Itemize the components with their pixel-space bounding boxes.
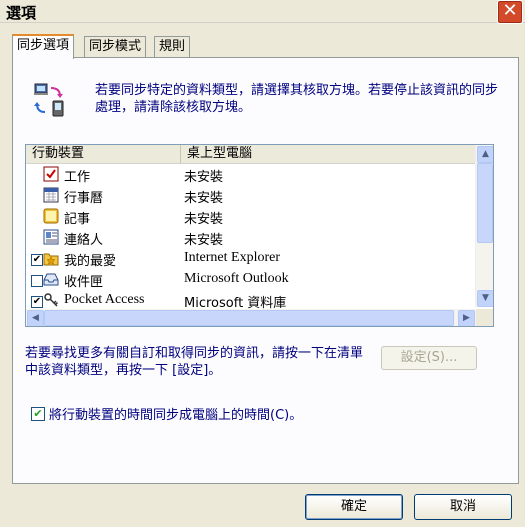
row-status: 未安裝 [184, 212, 224, 227]
row-checkbox[interactable]: ✔ [31, 296, 43, 308]
tab-sync-mode[interactable]: 同步模式 [84, 36, 147, 57]
row-status: 未安裝 [184, 191, 224, 206]
list-item[interactable]: 工作 未安裝 [26, 164, 476, 185]
vertical-scrollbar[interactable]: ▲ ▼ [475, 145, 493, 307]
scroll-down-button[interactable]: ▼ [477, 290, 493, 307]
tab-rules[interactable]: 規則 [154, 36, 191, 57]
row-name: 行事曆 [64, 191, 104, 206]
tab-sync-options[interactable]: 同步選項 [12, 34, 75, 59]
contacts-icon [43, 229, 59, 245]
data-type-list[interactable]: 行動裝置 桌上型電腦 工作 未安裝 行事曆 未安裝 記事 未安裝 連絡人 未安裝… [25, 144, 494, 327]
ok-button[interactable]: 確定 [305, 494, 403, 520]
calendar-icon [43, 187, 59, 203]
list-item[interactable]: 行事曆 未安裝 [26, 185, 476, 206]
list-header: 行動裝置 桌上型電腦 [26, 145, 476, 164]
sync-icon [34, 83, 64, 117]
sync-options-panel: 若要同步特定的資料類型，請選擇其核取方塊。若要停止該資訊的同步處理，請清除該核取… [12, 57, 519, 484]
scroll-up-button[interactable]: ▲ [477, 146, 493, 163]
list-item[interactable]: ✔ 我的最愛 Internet Explorer [26, 248, 476, 269]
row-checkbox[interactable]: ✔ [31, 254, 43, 266]
row-name: 記事 [64, 212, 91, 227]
row-status: Microsoft Outlook [184, 271, 289, 286]
row-name: 收件匣 [64, 275, 104, 290]
list-item[interactable]: 連絡人 未安裝 [26, 227, 476, 248]
notes-icon [43, 208, 59, 224]
horizontal-scroll-thumb[interactable] [44, 310, 454, 326]
time-sync-checkbox[interactable]: ✔ [31, 407, 45, 421]
horizontal-scrollbar[interactable]: ◀ ▶ [26, 309, 476, 326]
settings-button[interactable]: 設定(S)... [381, 346, 477, 370]
scroll-left-button[interactable]: ◀ [27, 310, 44, 326]
info-text: 若要尋找更多有關自訂和取得同步的資訊，請按一下在清單中該資料類型，再按一下 [設… [25, 346, 364, 378]
cancel-button[interactable]: 取消 [414, 494, 512, 520]
column-device[interactable]: 行動裝置 [26, 145, 181, 163]
row-status: 未安裝 [184, 170, 224, 185]
task-icon [43, 166, 59, 182]
scroll-corner [476, 309, 493, 326]
list-item[interactable]: 收件匣 Microsoft Outlook [26, 269, 476, 290]
title-bar: 選項 ✕ [0, 0, 525, 24]
pocket-access-icon [44, 293, 59, 307]
row-name: 連絡人 [64, 233, 104, 248]
row-name: Pocket Access [64, 292, 145, 307]
description-text: 若要同步特定的資料類型，請選擇其核取方塊。若要停止該資訊的同步處理，請清除該核取… [95, 83, 499, 115]
list-item[interactable]: 記事 未安裝 [26, 206, 476, 227]
row-status: 未安裝 [184, 233, 224, 248]
list-item[interactable]: ✔ Pocket Access Microsoft 資料庫 [26, 290, 476, 311]
scroll-right-button[interactable]: ▶ [458, 310, 475, 326]
inbox-icon [43, 273, 59, 286]
row-name: 我的最愛 [64, 254, 117, 269]
row-checkbox[interactable] [31, 275, 43, 287]
column-desktop[interactable]: 桌上型電腦 [181, 145, 475, 163]
row-status: Internet Explorer [184, 250, 281, 265]
time-sync-label[interactable]: 將行動裝置的時間同步成電腦上的時間(C)。 [49, 404, 302, 423]
window-title: 選項 [6, 4, 37, 22]
favorites-folder-icon [43, 253, 59, 266]
close-button[interactable]: ✕ [497, 0, 523, 24]
row-name: 工作 [64, 170, 91, 185]
vertical-scroll-thumb[interactable] [477, 163, 493, 243]
